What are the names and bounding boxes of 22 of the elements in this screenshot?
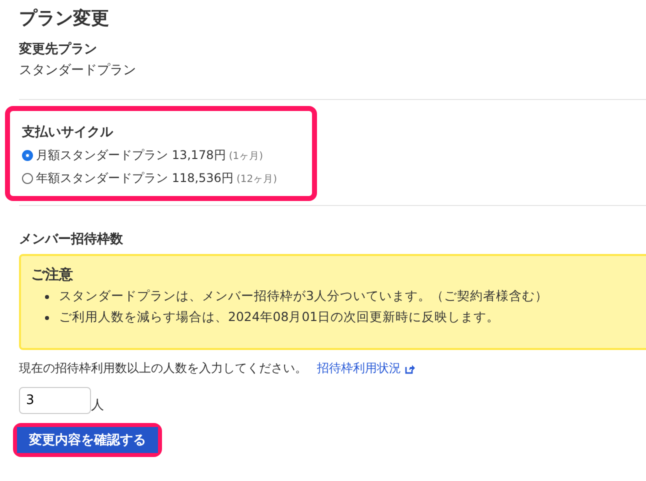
radio-button[interactable] xyxy=(22,173,33,184)
period-note: (1ヶ月) xyxy=(228,150,263,162)
field-label: 支払いサイクル xyxy=(22,124,114,141)
member-count-field[interactable]: 3 xyxy=(19,387,91,414)
field-label: 変更先プラン xyxy=(19,40,98,58)
bullet-icon xyxy=(45,316,49,320)
radio-button[interactable] xyxy=(22,150,33,161)
external-link-icon xyxy=(405,364,415,374)
notice-title: ご注意 xyxy=(31,266,74,284)
page-title: プラン変更 xyxy=(19,7,110,30)
notice-text: スタンダードプランは、メンバー招待枠が3人分ついています。（ご契約者様含む） xyxy=(59,288,548,305)
option-label[interactable]: 年額スタンダードプラン 118,536円 xyxy=(36,170,234,187)
plan-name: スタンダードプラン xyxy=(19,62,137,79)
bullet-icon xyxy=(45,294,49,298)
instruction-text: 現在の招待枠利用数以上の人数を入力してください。 xyxy=(19,360,307,377)
field-label: メンバー招待枠数 xyxy=(19,231,124,248)
option-label[interactable]: 月額スタンダードプラン 13,178円 xyxy=(36,147,226,164)
confirm-button[interactable]: 変更内容を確認する xyxy=(17,427,158,453)
unit-label: 人 xyxy=(91,397,104,414)
period-note: (12ヶ月) xyxy=(236,172,277,186)
notice-text: ご利用人数を減らす場合は、2024年08月01日の次回更新時に反映します。 xyxy=(59,309,500,326)
usage-link[interactable]: 招待枠利用状況 xyxy=(317,360,401,377)
